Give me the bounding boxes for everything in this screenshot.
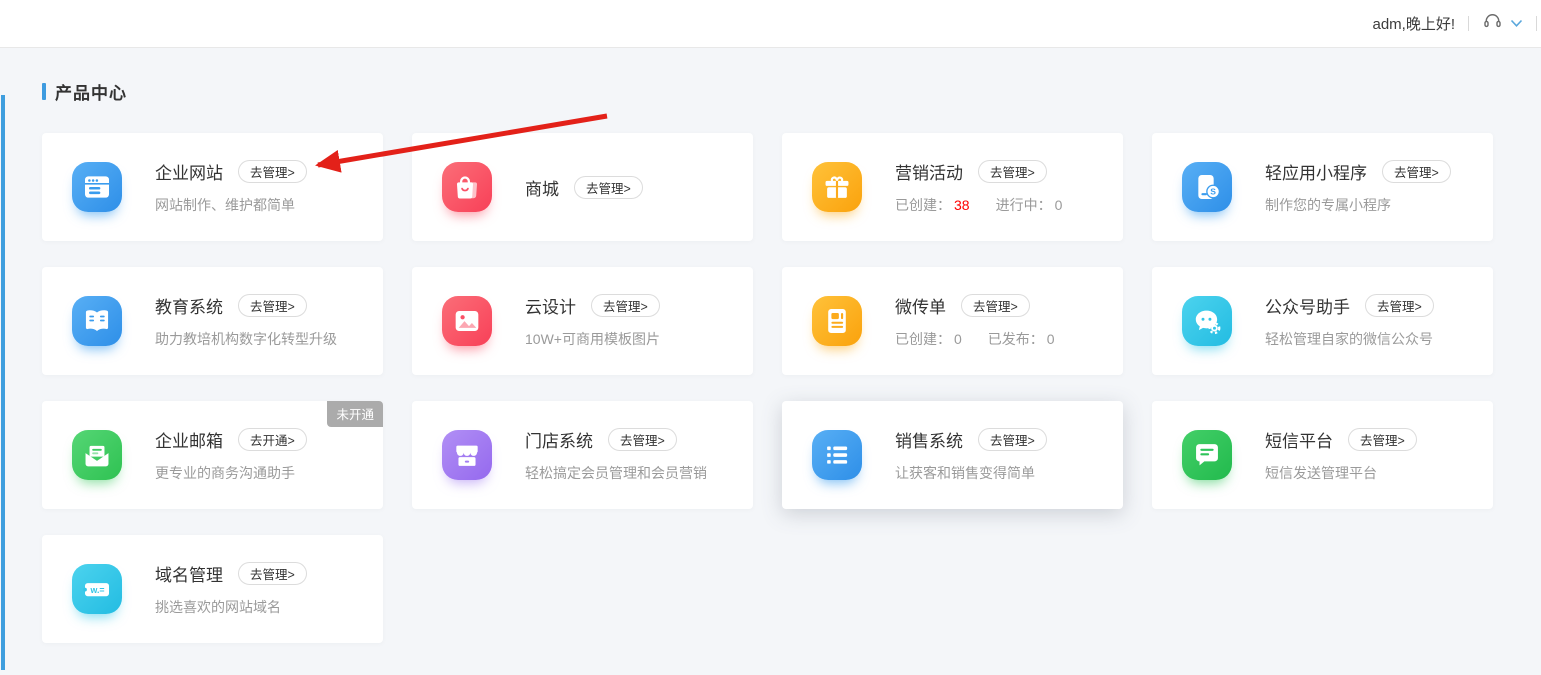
card-education-system[interactable]: 教育系统 去管理> 助力教培机构数字化转型升级	[42, 267, 383, 375]
card-official-account-assistant[interactable]: 公众号助手 去管理> 轻松管理自家的微信公众号	[1152, 267, 1493, 375]
product-grid: 企业网站 去管理> 网站制作、维护都简单 商城 去管理>	[42, 133, 1493, 643]
manage-button[interactable]: 去管理>	[1348, 428, 1417, 451]
section-accent-bar	[42, 83, 46, 100]
manage-button[interactable]: 去管理>	[238, 294, 307, 317]
product-stats: 已创建：0 已发布：0	[895, 329, 1055, 349]
headset-icon	[1482, 11, 1503, 36]
customer-service-menu[interactable]	[1482, 11, 1523, 36]
card-enterprise-website[interactable]: 企业网站 去管理> 网站制作、维护都简单	[42, 133, 383, 241]
product-title: 公众号助手	[1265, 293, 1350, 318]
svg-text:S: S	[1210, 186, 1216, 196]
product-description: 让获客和销售变得简单	[895, 463, 1047, 483]
product-center-panel: 产品中心 企业网站 去管理> 网站制作、维护都简单 商城	[0, 48, 1541, 643]
flyer-icon	[812, 296, 862, 346]
chevron-down-icon	[1510, 15, 1523, 33]
card-sms-platform[interactable]: 短信平台 去管理> 短信发送管理平台	[1152, 401, 1493, 509]
manage-button[interactable]: 去管理>	[608, 428, 677, 451]
card-micro-flyer[interactable]: 微传单 去管理> 已创建：0 已发布：0	[782, 267, 1123, 375]
section-header: 产品中心	[42, 79, 1493, 104]
product-title: 云设计	[525, 293, 576, 318]
divider	[1536, 16, 1537, 31]
created-count: 38	[954, 197, 970, 213]
card-enterprise-email[interactable]: 未开通 企业邮箱 去开通> 更专业的商务沟通助手	[42, 401, 383, 509]
image-icon	[442, 296, 492, 346]
created-count: 0	[954, 331, 962, 347]
product-stats: 已创建：38 进行中：0	[895, 195, 1062, 215]
product-title: 营销活动	[895, 159, 963, 184]
left-accent-stripe	[1, 95, 5, 670]
manage-button[interactable]: 去管理>	[574, 176, 643, 199]
card-mall[interactable]: 商城 去管理>	[412, 133, 753, 241]
manage-button[interactable]: 去管理>	[238, 562, 307, 585]
not-activated-badge: 未开通	[327, 401, 383, 427]
product-title: 企业网站	[155, 159, 223, 184]
browser-window-icon	[72, 162, 122, 212]
manage-button[interactable]: 去管理>	[1365, 294, 1434, 317]
manage-button[interactable]: 去管理>	[978, 428, 1047, 451]
product-title: 企业邮箱	[155, 427, 223, 452]
activate-button[interactable]: 去开通>	[238, 428, 307, 451]
storefront-icon	[442, 430, 492, 480]
product-description: 轻松管理自家的微信公众号	[1265, 329, 1434, 349]
product-title: 商城	[525, 175, 559, 200]
manage-button[interactable]: 去管理>	[961, 294, 1030, 317]
topbar: adm,晚上好!	[0, 0, 1541, 48]
open-book-icon	[72, 296, 122, 346]
svg-text:w.=: w.=	[89, 585, 104, 595]
shopping-bag-icon	[442, 162, 492, 212]
list-icon	[812, 430, 862, 480]
manage-button[interactable]: 去管理>	[1382, 160, 1451, 183]
mail-icon	[72, 430, 122, 480]
section-title: 产品中心	[55, 79, 127, 104]
product-title: 销售系统	[895, 427, 963, 452]
topbar-right: adm,晚上好!	[1372, 11, 1537, 36]
manage-button[interactable]: 去管理>	[978, 160, 1047, 183]
user-greeting: adm,晚上好!	[1372, 13, 1455, 34]
published-count: 0	[1047, 331, 1055, 347]
product-description: 助力教培机构数字化转型升级	[155, 329, 337, 349]
divider	[1468, 16, 1469, 31]
product-description: 制作您的专属小程序	[1265, 195, 1451, 215]
product-title: 微传单	[895, 293, 946, 318]
card-marketing-campaign[interactable]: 营销活动 去管理> 已创建：38 进行中：0	[782, 133, 1123, 241]
product-description: 10W+可商用模板图片	[525, 329, 660, 349]
card-domain-management[interactable]: w.= 域名管理 去管理> 挑选喜欢的网站域名	[42, 535, 383, 643]
chat-gear-icon	[1182, 296, 1232, 346]
product-title: 域名管理	[155, 561, 223, 586]
product-title: 门店系统	[525, 427, 593, 452]
sms-bubble-icon	[1182, 430, 1232, 480]
card-sales-system[interactable]: 销售系统 去管理> 让获客和销售变得简单	[782, 401, 1123, 509]
product-description: 挑选喜欢的网站域名	[155, 597, 307, 617]
card-cloud-design[interactable]: 云设计 去管理> 10W+可商用模板图片	[412, 267, 753, 375]
card-miniprogram[interactable]: S 轻应用小程序 去管理> 制作您的专属小程序	[1152, 133, 1493, 241]
product-description: 短信发送管理平台	[1265, 463, 1417, 483]
product-description: 轻松搞定会员管理和会员营销	[525, 463, 707, 483]
miniprogram-phone-icon: S	[1182, 162, 1232, 212]
card-store-system[interactable]: 门店系统 去管理> 轻松搞定会员管理和会员营销	[412, 401, 753, 509]
product-title: 教育系统	[155, 293, 223, 318]
manage-button[interactable]: 去管理>	[591, 294, 660, 317]
product-title: 轻应用小程序	[1265, 159, 1367, 184]
in-progress-count: 0	[1055, 197, 1063, 213]
domain-ticket-icon: w.=	[72, 564, 122, 614]
product-title: 短信平台	[1265, 427, 1333, 452]
product-description: 更专业的商务沟通助手	[155, 463, 307, 483]
product-description: 网站制作、维护都简单	[155, 195, 307, 215]
manage-button[interactable]: 去管理>	[238, 160, 307, 183]
gift-icon	[812, 162, 862, 212]
